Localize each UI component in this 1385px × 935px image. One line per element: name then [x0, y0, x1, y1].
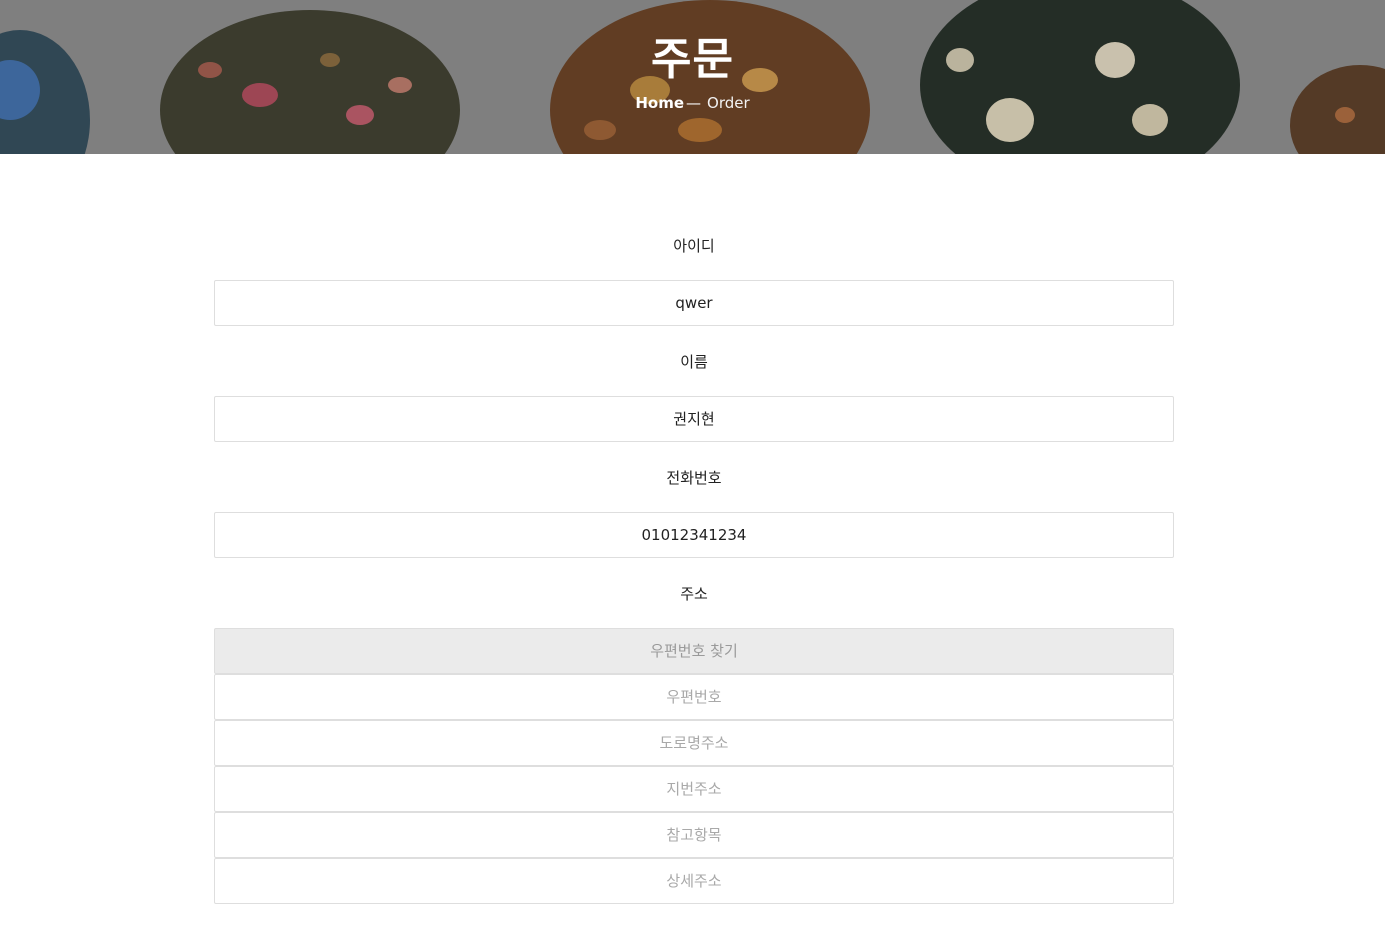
name-label: 이름 — [680, 353, 708, 371]
id-field[interactable]: qwer — [214, 280, 1174, 326]
page-title: 주문 — [651, 34, 734, 85]
phone-label: 전화번호 — [666, 469, 722, 487]
detail-address-input[interactable] — [214, 858, 1174, 904]
breadcrumb-home-link[interactable]: Home — [635, 94, 684, 112]
name-field[interactable]: 권지현 — [214, 396, 1174, 442]
hero-banner: 주문 Home — Order — [0, 0, 1385, 154]
reference-input[interactable] — [214, 812, 1174, 858]
address-label: 주소 — [680, 585, 708, 603]
id-label: 아이디 — [673, 237, 715, 255]
jibun-address-input[interactable] — [214, 766, 1174, 812]
road-address-input[interactable] — [214, 720, 1174, 766]
zip-search-button[interactable]: 우편번호 찾기 — [214, 628, 1174, 674]
phone-field[interactable]: 01012341234 — [214, 512, 1174, 558]
breadcrumb: Home — Order — [0, 92, 1385, 114]
zip-code-input[interactable] — [214, 674, 1174, 720]
breadcrumb-separator: — — [686, 94, 702, 112]
breadcrumb-current: Order — [707, 94, 750, 112]
